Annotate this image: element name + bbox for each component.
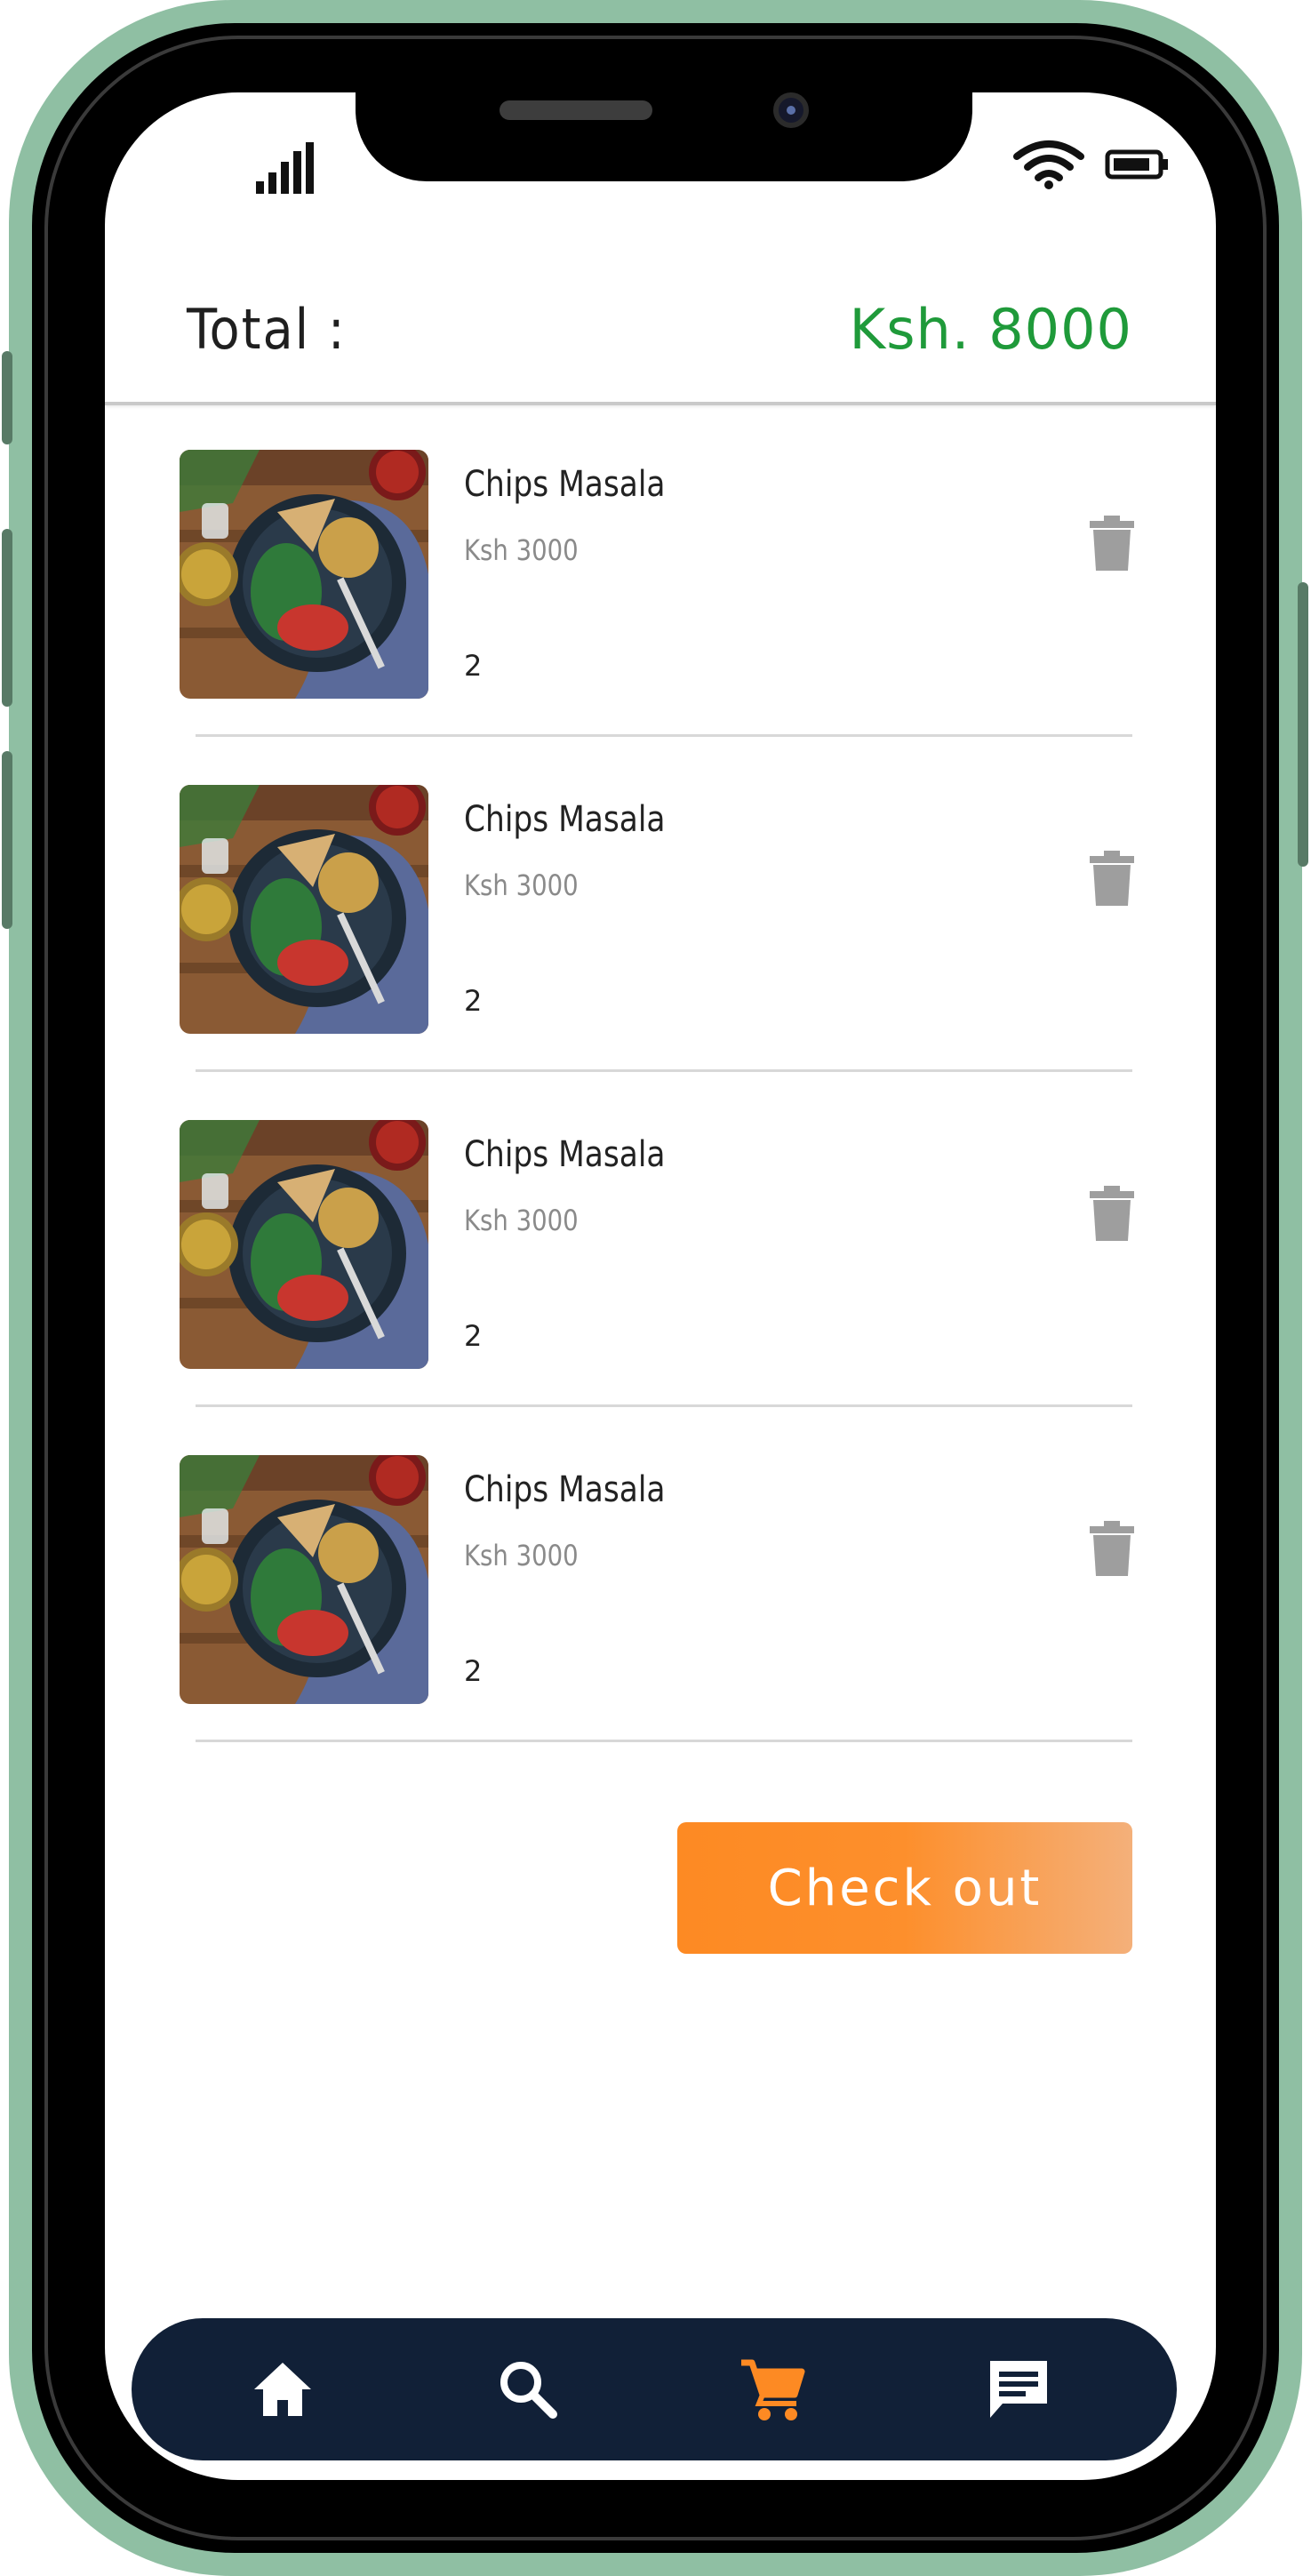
wifi-icon	[1013, 140, 1084, 189]
mute-switch	[2, 351, 12, 444]
item-price: Ksh 3000	[464, 1539, 579, 1572]
item-name: Chips Masala	[464, 799, 666, 840]
trash-icon[interactable]	[1090, 1521, 1134, 1576]
item-quantity: 2	[464, 1654, 483, 1688]
item-quantity: 2	[464, 649, 483, 683]
item-quantity: 2	[464, 984, 483, 1018]
cart-item: Chips Masala Ksh 3000 2	[105, 1072, 1216, 1407]
home-icon[interactable]	[247, 2354, 318, 2425]
total-label: Total :	[187, 297, 347, 362]
item-name: Chips Masala	[464, 1469, 666, 1510]
food-image	[180, 785, 428, 1034]
bottom-nav	[132, 2318, 1177, 2460]
food-image	[180, 450, 428, 699]
cart-item: Chips Masala Ksh 3000 2	[105, 737, 1216, 1072]
item-price: Ksh 3000	[464, 533, 579, 567]
cart-total-header: Total : Ksh. 8000	[105, 252, 1216, 405]
front-camera	[773, 92, 809, 128]
battery-icon	[1105, 149, 1168, 180]
cart-item: Chips Masala Ksh 3000 2	[105, 1407, 1216, 1742]
volume-up-button	[2, 529, 12, 707]
trash-icon[interactable]	[1090, 516, 1134, 571]
search-icon[interactable]	[492, 2354, 564, 2425]
item-price: Ksh 3000	[464, 1204, 579, 1237]
phone-frame: Total : Ksh. 8000 Chips Masala Ksh 3000 …	[2, 0, 1308, 2576]
cart-item: Chips Masala Ksh 3000 2	[105, 402, 1216, 737]
app-screen: Total : Ksh. 8000 Chips Masala Ksh 3000 …	[105, 92, 1216, 2480]
food-image	[180, 1455, 428, 1704]
trash-icon[interactable]	[1090, 1186, 1134, 1241]
trash-icon[interactable]	[1090, 851, 1134, 906]
divider	[196, 1740, 1132, 1742]
signal-icon	[256, 142, 314, 194]
checkout-button[interactable]: Check out	[677, 1822, 1132, 1954]
notch	[356, 92, 972, 181]
cart-icon[interactable]	[738, 2354, 809, 2425]
power-button	[1298, 582, 1308, 867]
item-quantity: 2	[464, 1319, 483, 1353]
speaker-grille	[500, 100, 652, 120]
volume-down-button	[2, 751, 12, 929]
chat-icon[interactable]	[983, 2354, 1054, 2425]
food-image	[180, 1120, 428, 1369]
total-value: Ksh. 8000	[849, 297, 1132, 362]
item-name: Chips Masala	[464, 1134, 666, 1175]
item-price: Ksh 3000	[464, 868, 579, 902]
item-name: Chips Masala	[464, 464, 666, 505]
